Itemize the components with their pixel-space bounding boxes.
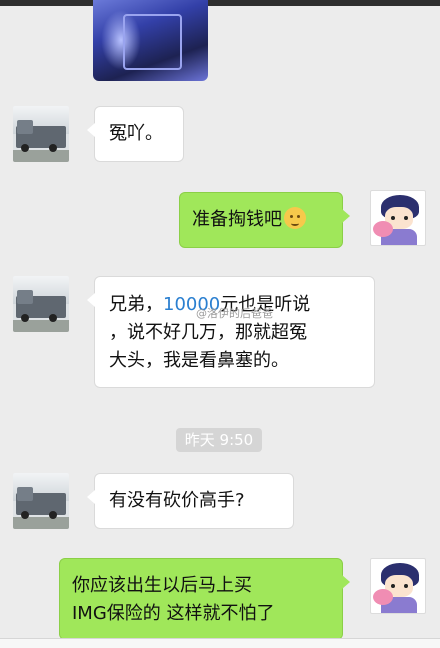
image-message-thumbnail[interactable] [93, 0, 208, 81]
received-message-bubble[interactable]: 有没有砍价高手? [87, 473, 294, 529]
avatar-ground [13, 150, 69, 162]
received-message-bubble[interactable]: 兄弟，10000元也是听说 ，说不好几万，那就超冤 大头，我是看鼻塞的。 [87, 276, 375, 388]
avatar-truck-cab [17, 120, 33, 134]
avatar-ground [13, 320, 69, 332]
avatar-wheel [49, 144, 57, 152]
pensive-face-icon [284, 207, 306, 229]
timestamp-badge: 昨天 9:50 [176, 428, 262, 452]
sent-message-bubble[interactable]: 准备掏钱吧 [179, 192, 350, 248]
message-text: 准备掏钱吧 [192, 209, 282, 230]
contact-avatar-truck[interactable] [13, 276, 69, 332]
avatar-ground [13, 517, 69, 529]
message-line: 你应该出生以后马上买 [72, 575, 252, 596]
photo-subject [123, 14, 182, 70]
avatar-wheel [21, 144, 29, 152]
avatar-truck-cab [17, 487, 33, 501]
status-bar [0, 0, 440, 6]
avatar-wheel [49, 511, 57, 519]
avatar-wheel [21, 314, 29, 322]
heart-badge-icon [373, 589, 393, 605]
contact-avatar-truck[interactable] [13, 106, 69, 162]
avatar-truck-cab [17, 290, 33, 304]
watermark: @洛伊的后爸爸 [196, 307, 273, 320]
message-line: ，说不好几万，那就超冤 [109, 322, 307, 343]
avatar-eye [391, 216, 395, 220]
sent-message-bubble[interactable]: 你应该出生以后马上买 IMG保险的 这样就不怕了 [59, 558, 350, 640]
avatar-eye [404, 216, 408, 220]
message-text: 兄弟， [109, 294, 163, 315]
received-message-bubble[interactable]: 冤吖。 [87, 106, 184, 162]
avatar-wheel [49, 314, 57, 322]
message-line: IMG保险的 这样就不怕了 [72, 603, 275, 624]
my-avatar[interactable] [370, 190, 426, 246]
avatar-wheel [21, 511, 29, 519]
avatar-eye [404, 584, 408, 588]
message-text: 冤吖。 [109, 123, 163, 144]
message-line: 大头，我是看鼻塞的。 [109, 350, 289, 371]
heart-badge-icon [373, 221, 393, 237]
contact-avatar-truck[interactable] [13, 473, 69, 529]
message-text: 有没有砍价高手? [109, 490, 245, 511]
my-avatar[interactable] [370, 558, 426, 614]
avatar-eye [391, 584, 395, 588]
